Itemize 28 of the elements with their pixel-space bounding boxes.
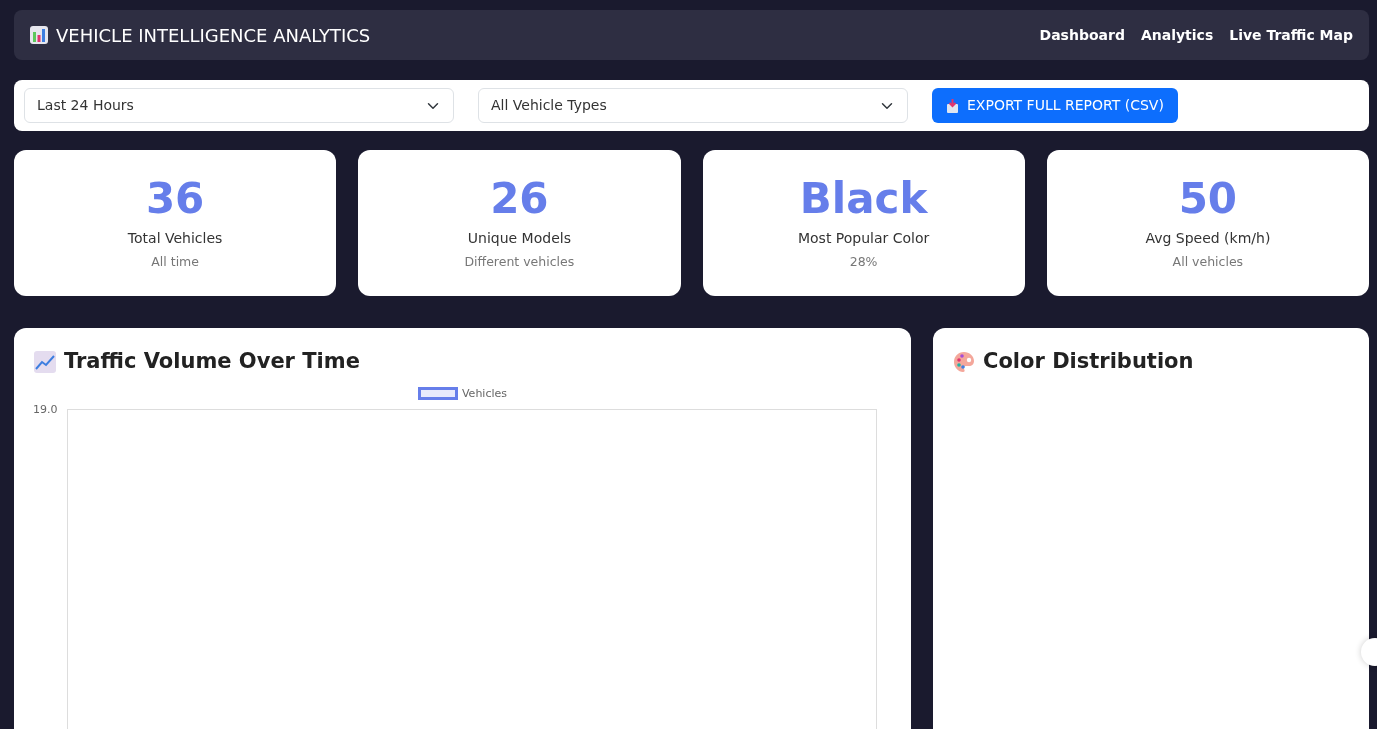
- stat-label: Unique Models: [466, 229, 572, 249]
- stat-label: Avg Speed (km/h): [1144, 229, 1272, 249]
- dropdown-select[interactable]: Last 24 Hours: [24, 88, 454, 123]
- stat-note: 28%: [848, 253, 879, 272]
- download-icon: [946, 98, 959, 113]
- legend-swatch-icon: [417, 387, 458, 401]
- stat-label: Most Popular Color: [796, 229, 931, 249]
- stat-note: Different vehicles: [463, 253, 576, 272]
- stat-value: Black: [798, 176, 929, 223]
- nav-link[interactable]: Analytics: [1140, 24, 1214, 46]
- stat-value: 50: [1177, 176, 1239, 223]
- app-title: VEHICLE INTELLIGENCE ANALYTICS: [56, 23, 371, 48]
- stat-value: 36: [144, 176, 206, 223]
- stat-note: All vehicles: [1171, 253, 1245, 272]
- stat-value: 26: [489, 176, 550, 223]
- nav-link[interactable]: Live Traffic Map: [1229, 24, 1353, 46]
- export-button[interactable]: EXPORT FULL REPORT (CSV): [932, 88, 1178, 123]
- line-chart-icon: [34, 350, 56, 373]
- axis-tick: 19.0: [33, 402, 58, 418]
- panel-title: Color Distribution: [983, 348, 1194, 375]
- stat-label: Total Vehicles: [126, 229, 224, 249]
- bar-chart-icon: [30, 26, 48, 44]
- nav-link[interactable]: Dashboard: [1039, 24, 1125, 46]
- legend-label: Vehicles: [461, 385, 508, 402]
- palette-icon: [953, 350, 975, 373]
- dropdown-select[interactable]: All Vehicle Types: [478, 88, 908, 123]
- panel-title: Traffic Volume Over Time: [64, 348, 360, 375]
- stat-note: All time: [150, 253, 200, 272]
